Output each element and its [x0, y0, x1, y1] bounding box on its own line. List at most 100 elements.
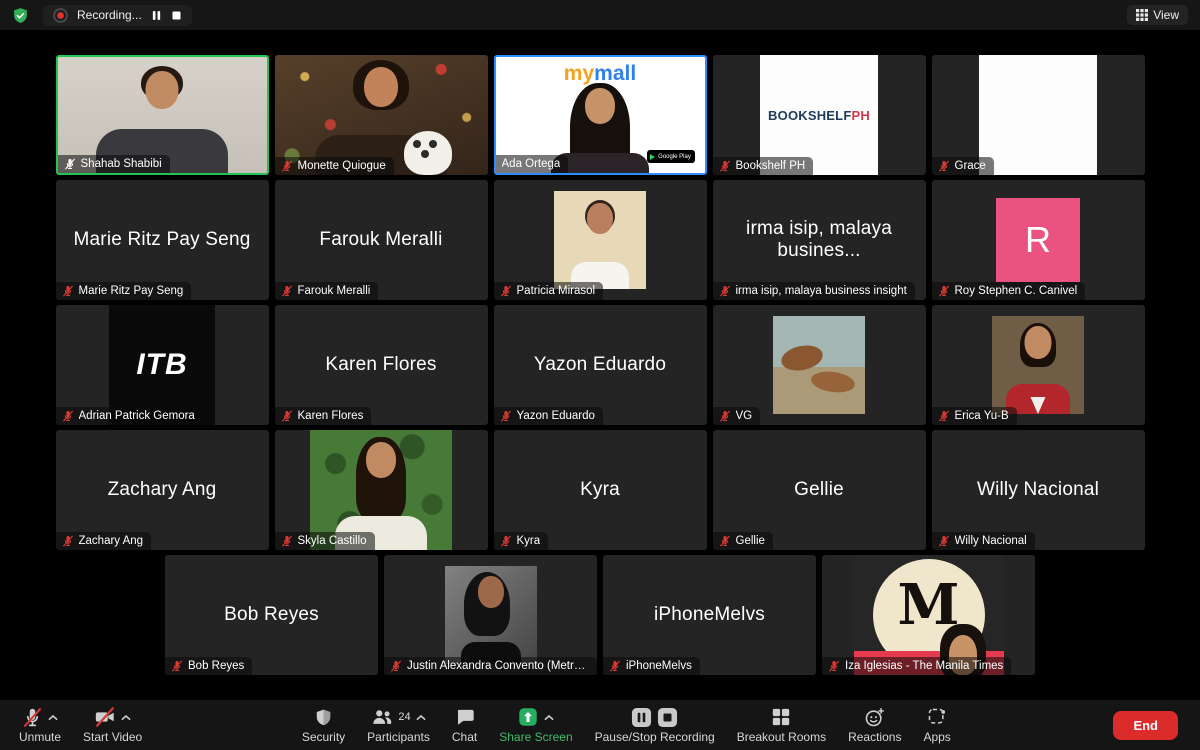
camera-off-icon — [94, 706, 131, 728]
gallery-row: ITB Adrian Patrick GemoraKaren Flores Ka… — [56, 305, 1145, 425]
gallery-view: Shahab Shabibi Monette Quiogue mymall Go… — [0, 30, 1200, 700]
nameplate-label: Skyla Castillo — [298, 535, 367, 547]
nameplate: Willy Nacional — [932, 532, 1035, 550]
nameplate: Farouk Meralli — [275, 282, 379, 300]
toolbar-spacer — [153, 700, 291, 750]
nameplate: Marie Ritz Pay Seng — [56, 282, 192, 300]
mic-muted-icon — [938, 410, 950, 422]
toolbar-item-chat[interactable]: Chat — [441, 700, 488, 750]
tile-kyra[interactable]: Kyra Kyra — [494, 430, 707, 550]
nameplate-label: Monette Quiogue — [298, 160, 386, 172]
toolbar-item-pause-stop-recording[interactable]: Pause/Stop Recording — [584, 700, 726, 750]
nameplate-label: Iza Iglesias - The Manila Times — [845, 660, 1003, 672]
tile-roy-stephen-c-canivel[interactable]: R Roy Stephen C. Canivel — [932, 180, 1145, 300]
mic-muted-icon — [719, 160, 731, 172]
nameplate: iPhoneMelvs — [603, 657, 700, 675]
nameplate: VG — [713, 407, 761, 425]
tile-monette-quiogue[interactable]: Monette Quiogue — [275, 55, 488, 175]
chevron-up-icon[interactable] — [48, 714, 58, 721]
toolbar-item-breakout-rooms[interactable]: Breakout Rooms — [726, 700, 837, 750]
tile-iza-iglesias-the-manila-times[interactable]: M Iza Iglesias - The Manila Times — [822, 555, 1035, 675]
tile-gellie[interactable]: Gellie Gellie — [713, 430, 926, 550]
encryption-shield-icon[interactable] — [12, 7, 29, 24]
mic-off-white-icon — [64, 158, 76, 170]
tile-yazon-eduardo[interactable]: Yazon Eduardo Yazon Eduardo — [494, 305, 707, 425]
nameplate-label: Zachary Ang — [79, 535, 144, 547]
chevron-up-icon[interactable] — [416, 714, 426, 721]
stop-recording-button[interactable] — [171, 10, 182, 21]
toolbar-item-label: Apps — [923, 730, 950, 744]
recording-label: Recording... — [77, 8, 142, 22]
toolbar-item-label: Pause/Stop Recording — [595, 730, 715, 744]
tile-willy-nacional[interactable]: Willy Nacional Willy Nacional — [932, 430, 1145, 550]
tile-ada-ortega[interactable]: mymall Google PlayAda Ortega — [494, 55, 707, 175]
tile-irma-isip-malaya-business-insight[interactable]: irma isip, malaya busines... irma isip, … — [713, 180, 926, 300]
mic-muted-icon — [719, 285, 731, 297]
tile-shahab-shabibi[interactable]: Shahab Shabibi — [56, 55, 269, 175]
nameplate-label: Kyra — [517, 535, 541, 547]
shield-icon — [314, 706, 333, 728]
nameplate: Erica Yu-B — [932, 407, 1017, 425]
gallery-row: Bob Reyes Bob Reyes Justin Alexandra Con… — [165, 555, 1035, 675]
people-icon: 24 — [371, 706, 425, 728]
toolbar-item-participants[interactable]: 24Participants — [356, 700, 441, 750]
mic-muted-icon — [500, 410, 512, 422]
mic-muted-icon — [500, 535, 512, 547]
nameplate: Bookshelf PH — [713, 157, 814, 175]
tile-justin-alexandra-convento-metro-styl[interactable]: Justin Alexandra Convento (Metro.Styl... — [384, 555, 597, 675]
toolbar-item-label: Security — [302, 730, 345, 744]
tile-erica-yu-b[interactable]: Erica Yu-B — [932, 305, 1145, 425]
view-button[interactable]: View — [1127, 5, 1188, 25]
end-meeting-button[interactable]: End — [1113, 711, 1178, 740]
tile-farouk-meralli[interactable]: Farouk Meralli Farouk Meralli — [275, 180, 488, 300]
tile-bob-reyes[interactable]: Bob Reyes Bob Reyes — [165, 555, 378, 675]
tile-bookshelf-ph[interactable]: BOOKSHELFPH Bookshelf PH — [713, 55, 926, 175]
smiley-icon — [864, 706, 885, 728]
toolbar-item-share-screen[interactable]: Share Screen — [488, 700, 583, 750]
toolbar-item-unmute[interactable]: Unmute — [8, 700, 72, 750]
nameplate: Justin Alexandra Convento (Metro.Styl... — [384, 657, 597, 675]
tile-karen-flores[interactable]: Karen Flores Karen Flores — [275, 305, 488, 425]
nameplate: Yazon Eduardo — [494, 407, 603, 425]
nameplate-label: Marie Ritz Pay Seng — [79, 285, 184, 297]
nameplate-label: Yazon Eduardo — [517, 410, 595, 422]
end-button-area: End — [1099, 700, 1192, 750]
tile-iphonemelvs[interactable]: iPhoneMelvs iPhoneMelvs — [603, 555, 816, 675]
toolbar-item-security[interactable]: Security — [291, 700, 356, 750]
mic-muted-icon — [719, 410, 731, 422]
tile-zachary-ang[interactable]: Zachary Ang Zachary Ang — [56, 430, 269, 550]
mic-muted-icon — [171, 660, 183, 672]
nameplate-label: Ada Ortega — [502, 158, 561, 170]
mic-muted-icon — [938, 160, 950, 172]
participants-count-badge: 24 — [398, 711, 410, 723]
meeting-toolbar: Unmute Start Video Security 24ParticipantsC… — [0, 700, 1200, 750]
pause-recording-button[interactable] — [151, 10, 162, 21]
chevron-up-icon[interactable] — [121, 714, 131, 721]
mic-muted-icon — [281, 285, 293, 297]
nameplate: Karen Flores — [275, 407, 372, 425]
nameplate-label: Shahab Shabibi — [81, 158, 162, 170]
nameplate-label: Bookshelf PH — [736, 160, 806, 172]
gallery-row: Marie Ritz Pay Seng Marie Ritz Pay SengF… — [56, 180, 1145, 300]
nameplate-label: Patricia Mirasol — [517, 285, 596, 297]
nameplate: Ada Ortega — [496, 155, 569, 173]
tile-adrian-patrick-gemora[interactable]: ITB Adrian Patrick Gemora — [56, 305, 269, 425]
mic-muted-icon — [828, 660, 840, 672]
gallery-row: Shahab Shabibi Monette Quiogue mymall Go… — [56, 55, 1145, 175]
mic-muted-icon — [500, 285, 512, 297]
toolbar-item-label: Unmute — [19, 730, 61, 744]
share-icon — [517, 706, 554, 728]
tile-vg[interactable]: VG — [713, 305, 926, 425]
toolbar-item-apps[interactable]: Apps — [912, 700, 961, 750]
tile-marie-ritz-pay-seng[interactable]: Marie Ritz Pay Seng Marie Ritz Pay Seng — [56, 180, 269, 300]
mic-off-icon — [22, 706, 58, 728]
tile-skyla-castillo[interactable]: Skyla Castillo — [275, 430, 488, 550]
toolbar-item-label: Reactions — [848, 730, 901, 744]
tile-grace[interactable]: Grace — [932, 55, 1145, 175]
nameplate-label: Justin Alexandra Convento (Metro.Styl... — [407, 660, 589, 672]
toolbar-item-reactions[interactable]: Reactions — [837, 700, 912, 750]
tile-patricia-mirasol[interactable]: Patricia Mirasol — [494, 180, 707, 300]
grid-view-icon — [1136, 9, 1148, 21]
toolbar-item-start-video[interactable]: Start Video — [72, 700, 153, 750]
chevron-up-icon[interactable] — [544, 714, 554, 721]
